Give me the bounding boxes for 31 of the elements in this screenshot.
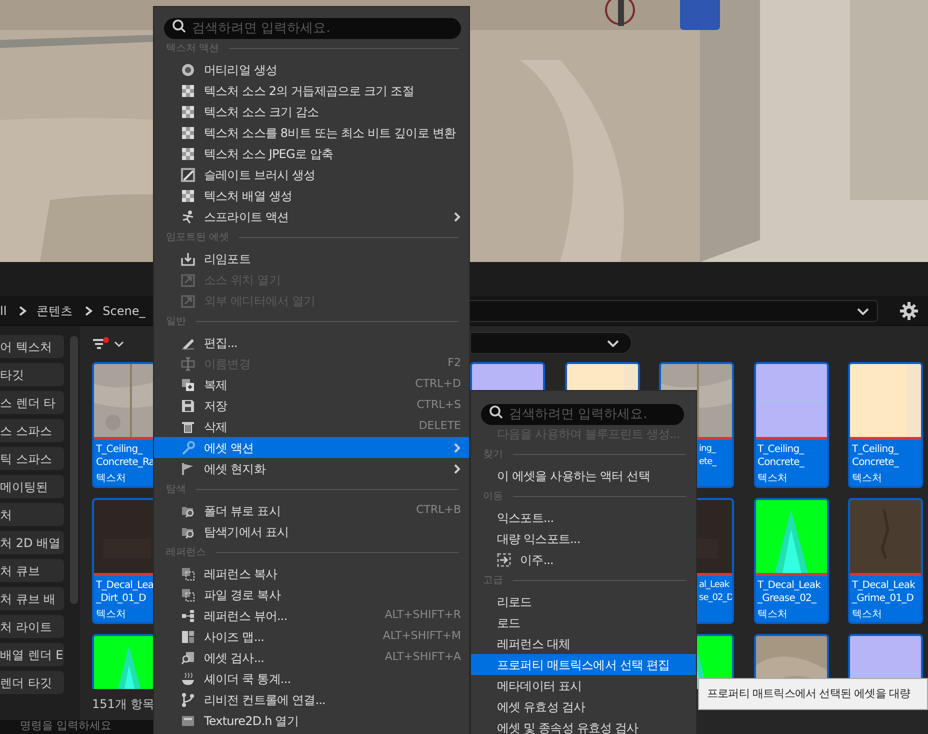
asset-name: _Grime_01_D	[852, 592, 915, 605]
shortcut-label: CTRL+D	[415, 376, 461, 392]
shortcut-label: DELETE	[418, 418, 461, 434]
asset-type: 텍스처	[758, 472, 788, 486]
asset-name: Concrete_	[852, 456, 900, 469]
asset-name: T_Ceiling_	[758, 443, 806, 456]
asset-name: Concrete_	[758, 456, 806, 469]
asset-name: ete_	[699, 456, 718, 469]
asset-type: 텍스처	[852, 608, 883, 622]
item-count: 151개 항목	[92, 696, 155, 713]
shortcut-label: ALT+SHIFT+R	[384, 607, 461, 624]
asset-name: Concrete_Ra	[96, 456, 156, 469]
asset-name: T_Decal_Leak	[852, 579, 916, 592]
shortcut-label: CTRL+S	[416, 397, 461, 414]
asset-name: T_Ceiling_	[96, 443, 144, 456]
asset-name: al_Leak	[699, 579, 730, 592]
asset-type: 텍스처	[758, 608, 788, 622]
shortcut-label: F2	[448, 355, 461, 372]
shortcut-label: ALT+SHIFT+M	[382, 628, 461, 644]
asset-type: 텍스처	[96, 608, 127, 622]
asset-name: T_Ceiling_	[852, 443, 900, 456]
shortcut-label: ALT+SHIFT+A	[384, 649, 461, 666]
asset-name: T_Decal_Lea	[96, 579, 155, 592]
tooltip-text: 프로퍼티 매트릭스에서 선택된 에셋을 대량	[707, 686, 910, 702]
asset-type: 텍스처	[96, 472, 127, 486]
shortcut-label: CTRL+B	[416, 502, 461, 518]
asset-name: ing_	[699, 443, 717, 456]
asset-type: 텍스처	[852, 472, 883, 486]
asset-name: T_Decal_Leak	[758, 579, 822, 592]
asset-name: _Grease_02_	[758, 592, 818, 605]
asset-name: _Dirt_01_D	[96, 592, 147, 605]
